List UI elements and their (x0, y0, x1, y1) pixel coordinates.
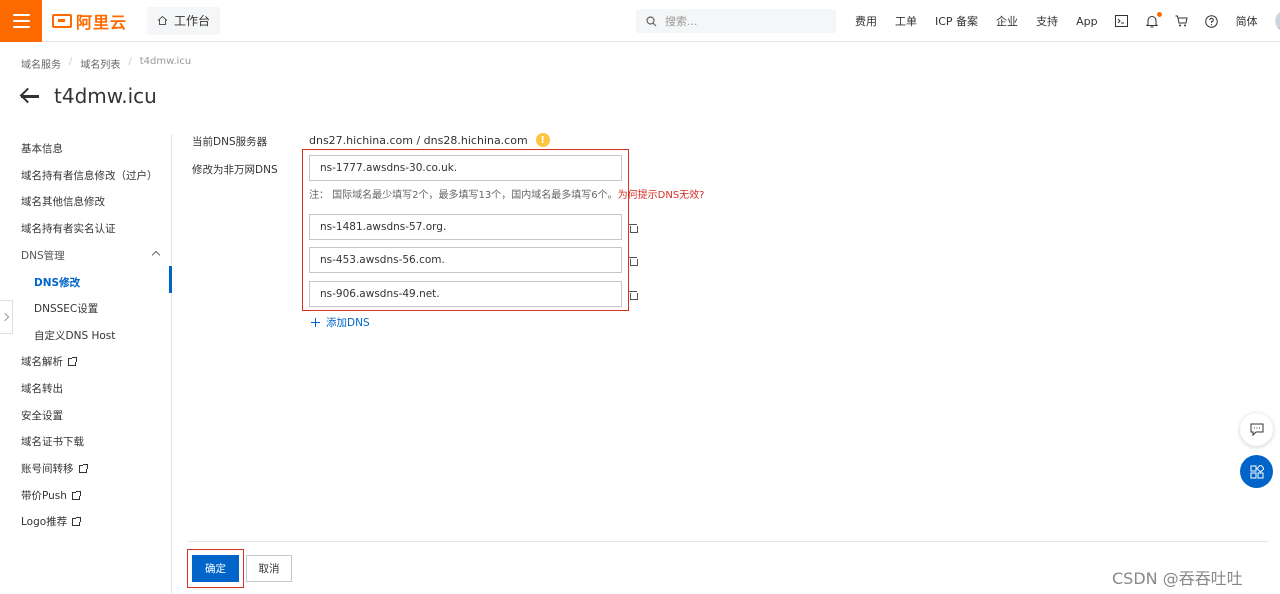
breadcrumb-domain-list[interactable]: 域名列表 (80, 56, 120, 71)
footer-divider (188, 541, 1268, 542)
apps-grid-icon (1250, 464, 1264, 478)
sidebar-item-owner-transfer[interactable]: 域名持有者信息修改（过户） (21, 168, 158, 183)
page-title: t4dmw.icu (54, 84, 157, 108)
chat-icon (1250, 423, 1263, 436)
dns-note: 注： 国际域名最少填写2个，最多填写13个，国内域名最多填写6个。为何提示DNS… (309, 186, 704, 201)
dns-input-1[interactable] (309, 155, 622, 181)
breadcrumb-current: t4dmw.icu (139, 56, 192, 67)
logo-text: 阿里云 (76, 12, 128, 32)
nav-tickets[interactable]: 工单 (895, 13, 917, 29)
nav-icp[interactable]: ICP 备案 (935, 13, 978, 29)
back-arrow-icon[interactable] (20, 86, 40, 106)
nav-billing[interactable]: 费用 (855, 13, 877, 29)
breadcrumb-domain-service[interactable]: 域名服务 (21, 56, 61, 71)
dns-input-2[interactable] (309, 214, 622, 240)
add-dns-label: 添加DNS (326, 317, 370, 329)
sidebar-item-dnssec[interactable]: DNSSEC设置 (34, 301, 98, 316)
sidebar-collapse-toggle[interactable] (0, 300, 13, 334)
sidebar-item-dns-resolve[interactable]: 域名解析 (21, 354, 77, 369)
dns-note-text: 注： 国际域名最少填写2个，最多填写13个，国内域名最多填写6个。 (309, 190, 618, 201)
active-indicator (169, 266, 172, 293)
dns-input-3[interactable] (309, 247, 622, 273)
sidebar-item-real-name[interactable]: 域名持有者实名认证 (21, 221, 116, 236)
delete-icon[interactable] (628, 290, 638, 300)
workbench-button[interactable]: 工作台 (147, 6, 221, 35)
language-switch[interactable]: 简体 (1236, 13, 1258, 29)
external-link-icon (71, 490, 81, 500)
bell-icon[interactable] (1145, 12, 1162, 28)
chevron-up-icon[interactable] (151, 250, 161, 260)
sidebar-item-custom-dns-host[interactable]: 自定义DNS Host (34, 328, 115, 343)
current-dns-label: 当前DNS服务器 (192, 136, 268, 148)
terminal-icon[interactable] (1115, 14, 1129, 28)
sidebar-item-account-transfer[interactable]: 账号间转移 (21, 461, 88, 476)
add-dns-button[interactable]: 添加DNS (311, 315, 370, 330)
logo-icon (52, 13, 72, 28)
external-link-icon (72, 516, 82, 526)
left-sidebar: 基本信息 域名持有者信息修改（过户） 域名其他信息修改 域名持有者实名认证 DN… (0, 134, 172, 594)
cancel-button[interactable]: 取消 (246, 555, 292, 582)
notification-dot (1156, 12, 1162, 17)
current-dns-value: dns27.hichina.com / dns28.hichina.com (309, 133, 528, 147)
apps-button[interactable] (1240, 455, 1273, 488)
modify-dns-label: 修改为非万网DNS (192, 164, 278, 176)
user-avatar[interactable] (1274, 10, 1280, 32)
search-input[interactable] (665, 14, 815, 28)
workbench-label: 工作台 (174, 14, 211, 28)
nav-app[interactable]: App (1076, 15, 1098, 28)
search-icon (646, 15, 657, 26)
nav-enterprise[interactable]: 企业 (996, 13, 1018, 29)
warning-icon[interactable]: ! (535, 133, 550, 147)
search-box[interactable] (636, 9, 836, 33)
sidebar-item-certificate[interactable]: 域名证书下载 (21, 434, 84, 449)
cart-icon[interactable] (1175, 14, 1189, 28)
external-link-icon (78, 463, 88, 473)
external-link-icon (68, 356, 77, 366)
help-icon[interactable] (1205, 14, 1219, 28)
aliyun-logo[interactable]: 阿里云 (52, 0, 127, 42)
delete-icon[interactable] (628, 223, 638, 233)
sidebar-item-logo[interactable]: Logo推荐 (21, 514, 82, 529)
breadcrumb: 域名服务 / 域名列表 / t4dmw.icu (21, 56, 192, 71)
watermark: CSDN @吞吞吐吐 (1112, 569, 1243, 588)
sidebar-item-security[interactable]: 安全设置 (21, 408, 63, 423)
feedback-button[interactable] (1240, 413, 1273, 446)
sidebar-item-dns-management[interactable]: DNS管理 (21, 248, 65, 263)
menu-button[interactable] (0, 0, 42, 42)
nav-support[interactable]: 支持 (1036, 13, 1058, 29)
page-header: t4dmw.icu (20, 84, 157, 108)
plus-icon (311, 318, 320, 327)
sidebar-item-transfer-out[interactable]: 域名转出 (21, 381, 63, 396)
confirm-button[interactable]: 确定 (192, 555, 239, 582)
dns-invalid-help-link[interactable]: 为何提示DNS无效? (618, 190, 705, 201)
delete-icon[interactable] (628, 256, 638, 266)
home-icon (157, 15, 168, 25)
dns-input-4[interactable] (309, 281, 622, 307)
sidebar-item-other-info[interactable]: 域名其他信息修改 (21, 194, 105, 209)
topbar-nav: 费用 工单 ICP 备案 企业 支持 App 简体 (846, 0, 1280, 42)
sidebar-item-dns-modify[interactable]: DNS修改 (34, 275, 80, 290)
current-dns-row: dns27.hichina.com / dns28.hichina.com ! (309, 133, 550, 147)
sidebar-item-price-push[interactable]: 带价Push (21, 488, 81, 503)
sidebar-item-basic-info[interactable]: 基本信息 (21, 141, 63, 156)
